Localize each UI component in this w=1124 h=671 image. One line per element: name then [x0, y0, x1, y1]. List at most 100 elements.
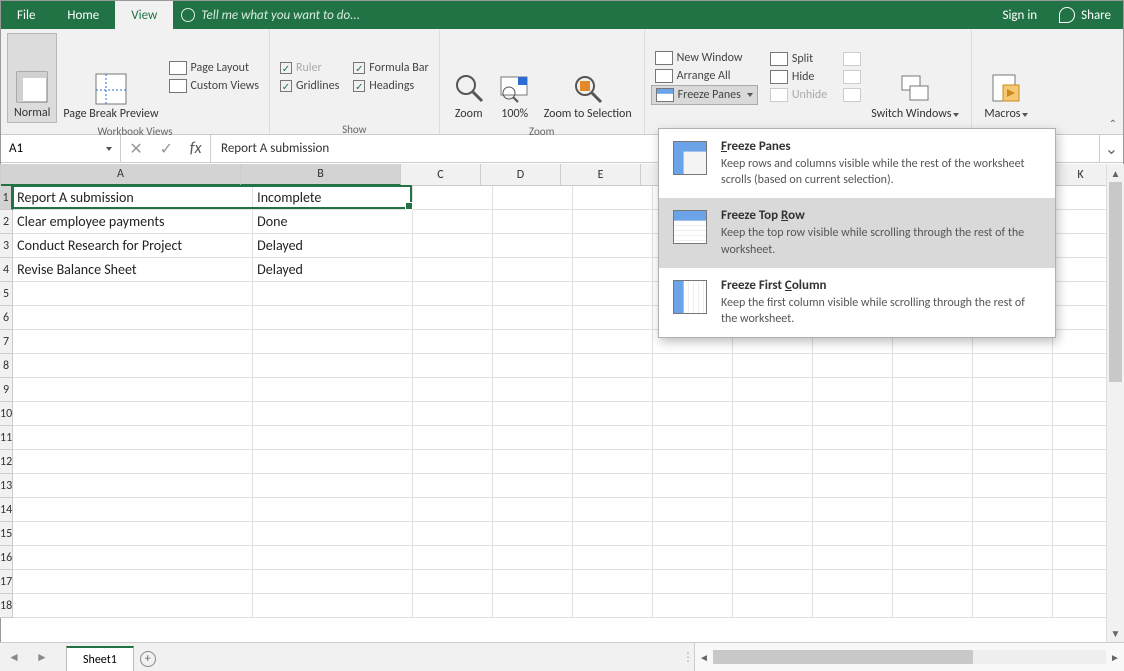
- tab-scroll-handle[interactable]: ⋮: [682, 643, 694, 671]
- cell-E17[interactable]: [573, 570, 653, 594]
- cell-H12[interactable]: [813, 450, 893, 474]
- cell-B8[interactable]: [253, 354, 413, 378]
- cell-D16[interactable]: [493, 546, 573, 570]
- row-header-7[interactable]: 7: [0, 330, 13, 354]
- cell-A10[interactable]: [13, 402, 253, 426]
- row-header-17[interactable]: 17: [0, 570, 13, 594]
- cell-D2[interactable]: [493, 210, 573, 234]
- cell-B15[interactable]: [253, 522, 413, 546]
- column-header-B[interactable]: B: [241, 164, 401, 186]
- cell-E2[interactable]: [573, 210, 653, 234]
- cell-K12[interactable]: [1053, 450, 1106, 474]
- cell-A18[interactable]: [13, 594, 253, 618]
- cell-G18[interactable]: [733, 594, 813, 618]
- freeze-option-0[interactable]: Freeze PanesKeep rows and columns visibl…: [659, 129, 1055, 198]
- cell-D10[interactable]: [493, 402, 573, 426]
- cell-B18[interactable]: [253, 594, 413, 618]
- cell-E1[interactable]: [573, 186, 653, 210]
- cell-D7[interactable]: [493, 330, 573, 354]
- hide-button[interactable]: Hide: [766, 68, 831, 86]
- cell-G9[interactable]: [733, 378, 813, 402]
- tab-file[interactable]: File: [1, 1, 51, 29]
- cell-I16[interactable]: [893, 546, 973, 570]
- scroll-thumb[interactable]: [1109, 182, 1122, 382]
- cell-D11[interactable]: [493, 426, 573, 450]
- cell-G12[interactable]: [733, 450, 813, 474]
- formula-bar-checkbox[interactable]: ✓Formula Bar: [349, 59, 432, 77]
- sheet-nav-next[interactable]: ►: [28, 643, 56, 671]
- cell-F12[interactable]: [653, 450, 733, 474]
- page-layout-button[interactable]: Page Layout: [165, 59, 263, 77]
- cell-D12[interactable]: [493, 450, 573, 474]
- cell-C8[interactable]: [413, 354, 493, 378]
- cell-H15[interactable]: [813, 522, 893, 546]
- freeze-panes-button[interactable]: Freeze Panes: [651, 85, 758, 105]
- fx-button[interactable]: fx: [190, 139, 202, 158]
- cell-B9[interactable]: [253, 378, 413, 402]
- cell-A8[interactable]: [13, 354, 253, 378]
- cell-G11[interactable]: [733, 426, 813, 450]
- cell-E9[interactable]: [573, 378, 653, 402]
- cell-K15[interactable]: [1053, 522, 1106, 546]
- row-header-12[interactable]: 12: [0, 450, 13, 474]
- cell-B5[interactable]: [253, 282, 413, 306]
- cell-I13[interactable]: [893, 474, 973, 498]
- switch-windows-button[interactable]: Switch Windows: [865, 33, 965, 123]
- cell-I10[interactable]: [893, 402, 973, 426]
- cell-B6[interactable]: [253, 306, 413, 330]
- cell-A17[interactable]: [13, 570, 253, 594]
- cell-A16[interactable]: [13, 546, 253, 570]
- cell-G15[interactable]: [733, 522, 813, 546]
- arrange-all-button[interactable]: Arrange All: [651, 67, 758, 85]
- cell-F11[interactable]: [653, 426, 733, 450]
- cell-D1[interactable]: [493, 186, 573, 210]
- cell-D9[interactable]: [493, 378, 573, 402]
- cell-E18[interactable]: [573, 594, 653, 618]
- cell-J18[interactable]: [973, 594, 1053, 618]
- row-header-4[interactable]: 4: [0, 258, 13, 282]
- cell-C14[interactable]: [413, 498, 493, 522]
- cell-K13[interactable]: [1053, 474, 1106, 498]
- cell-E8[interactable]: [573, 354, 653, 378]
- cell-K14[interactable]: [1053, 498, 1106, 522]
- collapse-ribbon-button[interactable]: ⌃: [1109, 117, 1117, 130]
- split-button[interactable]: Split: [766, 50, 831, 68]
- cell-C18[interactable]: [413, 594, 493, 618]
- cell-F16[interactable]: [653, 546, 733, 570]
- cell-H11[interactable]: [813, 426, 893, 450]
- cell-K2[interactable]: [1053, 210, 1106, 234]
- column-header-A[interactable]: A: [1, 164, 241, 186]
- cell-A1[interactable]: Report A submission: [13, 186, 253, 210]
- cell-A4[interactable]: Revise Balance Sheet: [13, 258, 253, 282]
- cell-G14[interactable]: [733, 498, 813, 522]
- cell-E13[interactable]: [573, 474, 653, 498]
- cell-C1[interactable]: [413, 186, 493, 210]
- cell-H18[interactable]: [813, 594, 893, 618]
- cell-B10[interactable]: [253, 402, 413, 426]
- cell-D14[interactable]: [493, 498, 573, 522]
- cell-K5[interactable]: [1053, 282, 1106, 306]
- cell-A6[interactable]: [13, 306, 253, 330]
- cell-B16[interactable]: [253, 546, 413, 570]
- page-break-preview-button[interactable]: Page Break Preview: [57, 33, 164, 123]
- row-header-11[interactable]: 11: [0, 426, 13, 450]
- cell-E7[interactable]: [573, 330, 653, 354]
- cell-F17[interactable]: [653, 570, 733, 594]
- cell-F9[interactable]: [653, 378, 733, 402]
- cell-B13[interactable]: [253, 474, 413, 498]
- cell-A3[interactable]: Conduct Research for Project: [13, 234, 253, 258]
- share-button[interactable]: Share: [1081, 8, 1111, 23]
- cell-C11[interactable]: [413, 426, 493, 450]
- cell-J9[interactable]: [973, 378, 1053, 402]
- cell-E12[interactable]: [573, 450, 653, 474]
- cell-H16[interactable]: [813, 546, 893, 570]
- tab-home[interactable]: Home: [51, 1, 115, 29]
- gridlines-checkbox[interactable]: ✓Gridlines: [276, 77, 343, 95]
- cell-K1[interactable]: [1053, 186, 1106, 210]
- sheet-nav-prev[interactable]: ◄: [0, 643, 28, 671]
- freeze-option-2[interactable]: Freeze First ColumnKeep the first column…: [659, 268, 1055, 337]
- cell-K18[interactable]: [1053, 594, 1106, 618]
- cell-B2[interactable]: Done: [253, 210, 413, 234]
- cell-D18[interactable]: [493, 594, 573, 618]
- cell-E6[interactable]: [573, 306, 653, 330]
